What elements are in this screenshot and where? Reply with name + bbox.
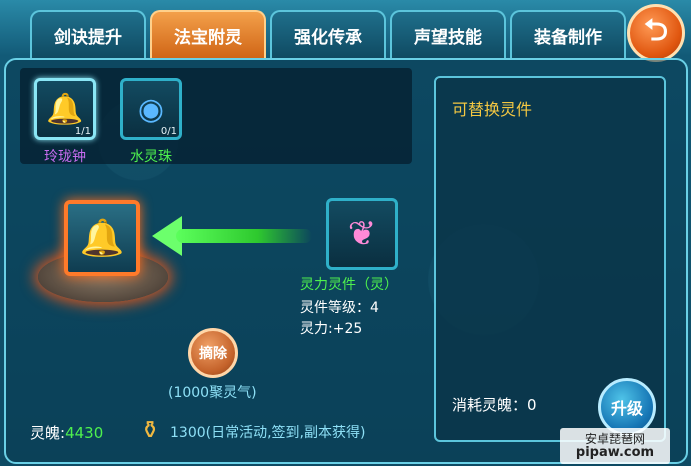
tab-label: 声望技能 [414, 27, 482, 48]
back-button[interactable]: ⮌ [627, 4, 685, 62]
slot-count: 0/1 [160, 126, 177, 137]
remove-button-label: 摘除 [199, 346, 227, 362]
arrow-line [176, 229, 312, 243]
spirit-level: 灵件等级：4 [300, 300, 379, 316]
slot-water-orb[interactable]: ◉ 0/1 [120, 78, 182, 140]
soul-gain-text: 1300(日常活动,签到,副本获得) [170, 425, 366, 441]
back-arrow-icon: ⮌ [643, 12, 669, 48]
water-orb-icon: ◉ [137, 91, 165, 127]
watermark-text: 安卓琵琶网 [584, 432, 645, 446]
consume-soul-text: 消耗灵魄：0 [452, 396, 537, 414]
tab-bar: 剑诀提升 法宝附灵 强化传承 声望技能 装备制作 [30, 10, 626, 58]
tab-sword-upgrade[interactable]: 剑诀提升 [30, 10, 146, 58]
equipped-treasure[interactable]: 🔔 [64, 200, 140, 276]
soul-label: 灵魄: [30, 424, 66, 442]
remove-button[interactable]: 摘除 [188, 328, 238, 378]
watermark-url: pipaw.com [575, 445, 655, 460]
bell-icon: 🔔 [46, 91, 84, 127]
upgrade-button-label: 升级 [610, 399, 643, 418]
remove-cost: (1000聚灵气) [168, 385, 257, 401]
slot-count: 1/1 [74, 126, 91, 137]
soul-value: 4430 [65, 424, 104, 442]
gourd-icon: ⚱ [139, 416, 161, 444]
spirit-flame-icon: ❦ [347, 214, 377, 254]
tab-label: 强化传承 [294, 27, 362, 48]
tab-enhance-inherit[interactable]: 强化传承 [270, 10, 386, 58]
soul-display: 灵魄:4430 [30, 422, 103, 443]
tab-label: 法宝附灵 [174, 27, 242, 48]
tab-equip-craft[interactable]: 装备制作 [510, 10, 626, 58]
spirit-item[interactable]: ❦ [326, 198, 398, 270]
slot-label: 水灵珠 [130, 149, 172, 165]
panel-title: 可替换灵件 [452, 100, 533, 119]
tab-label: 剑诀提升 [54, 27, 122, 48]
tab-label: 装备制作 [534, 27, 602, 48]
slot-label: 玲珑钟 [44, 149, 86, 165]
spirit-power: 灵力:+25 [300, 321, 363, 337]
tab-treasure-spirit[interactable]: 法宝附灵 [150, 10, 266, 58]
watermark: 安卓琵琶网 pipaw.com [560, 428, 670, 464]
bell-icon: 🔔 [79, 218, 125, 259]
spirit-name: 灵力灵件（灵） [300, 277, 398, 293]
slot-linglong-bell[interactable]: 🔔 1/1 [34, 78, 96, 140]
treasure-slot-bar: 🔔 1/1 玲珑钟 ◉ 0/1 水灵珠 [20, 68, 412, 165]
tab-reputation-skill[interactable]: 声望技能 [390, 10, 506, 58]
replaceable-spirit-panel: 可替换灵件 消耗灵魄：0 升级 [434, 76, 666, 442]
